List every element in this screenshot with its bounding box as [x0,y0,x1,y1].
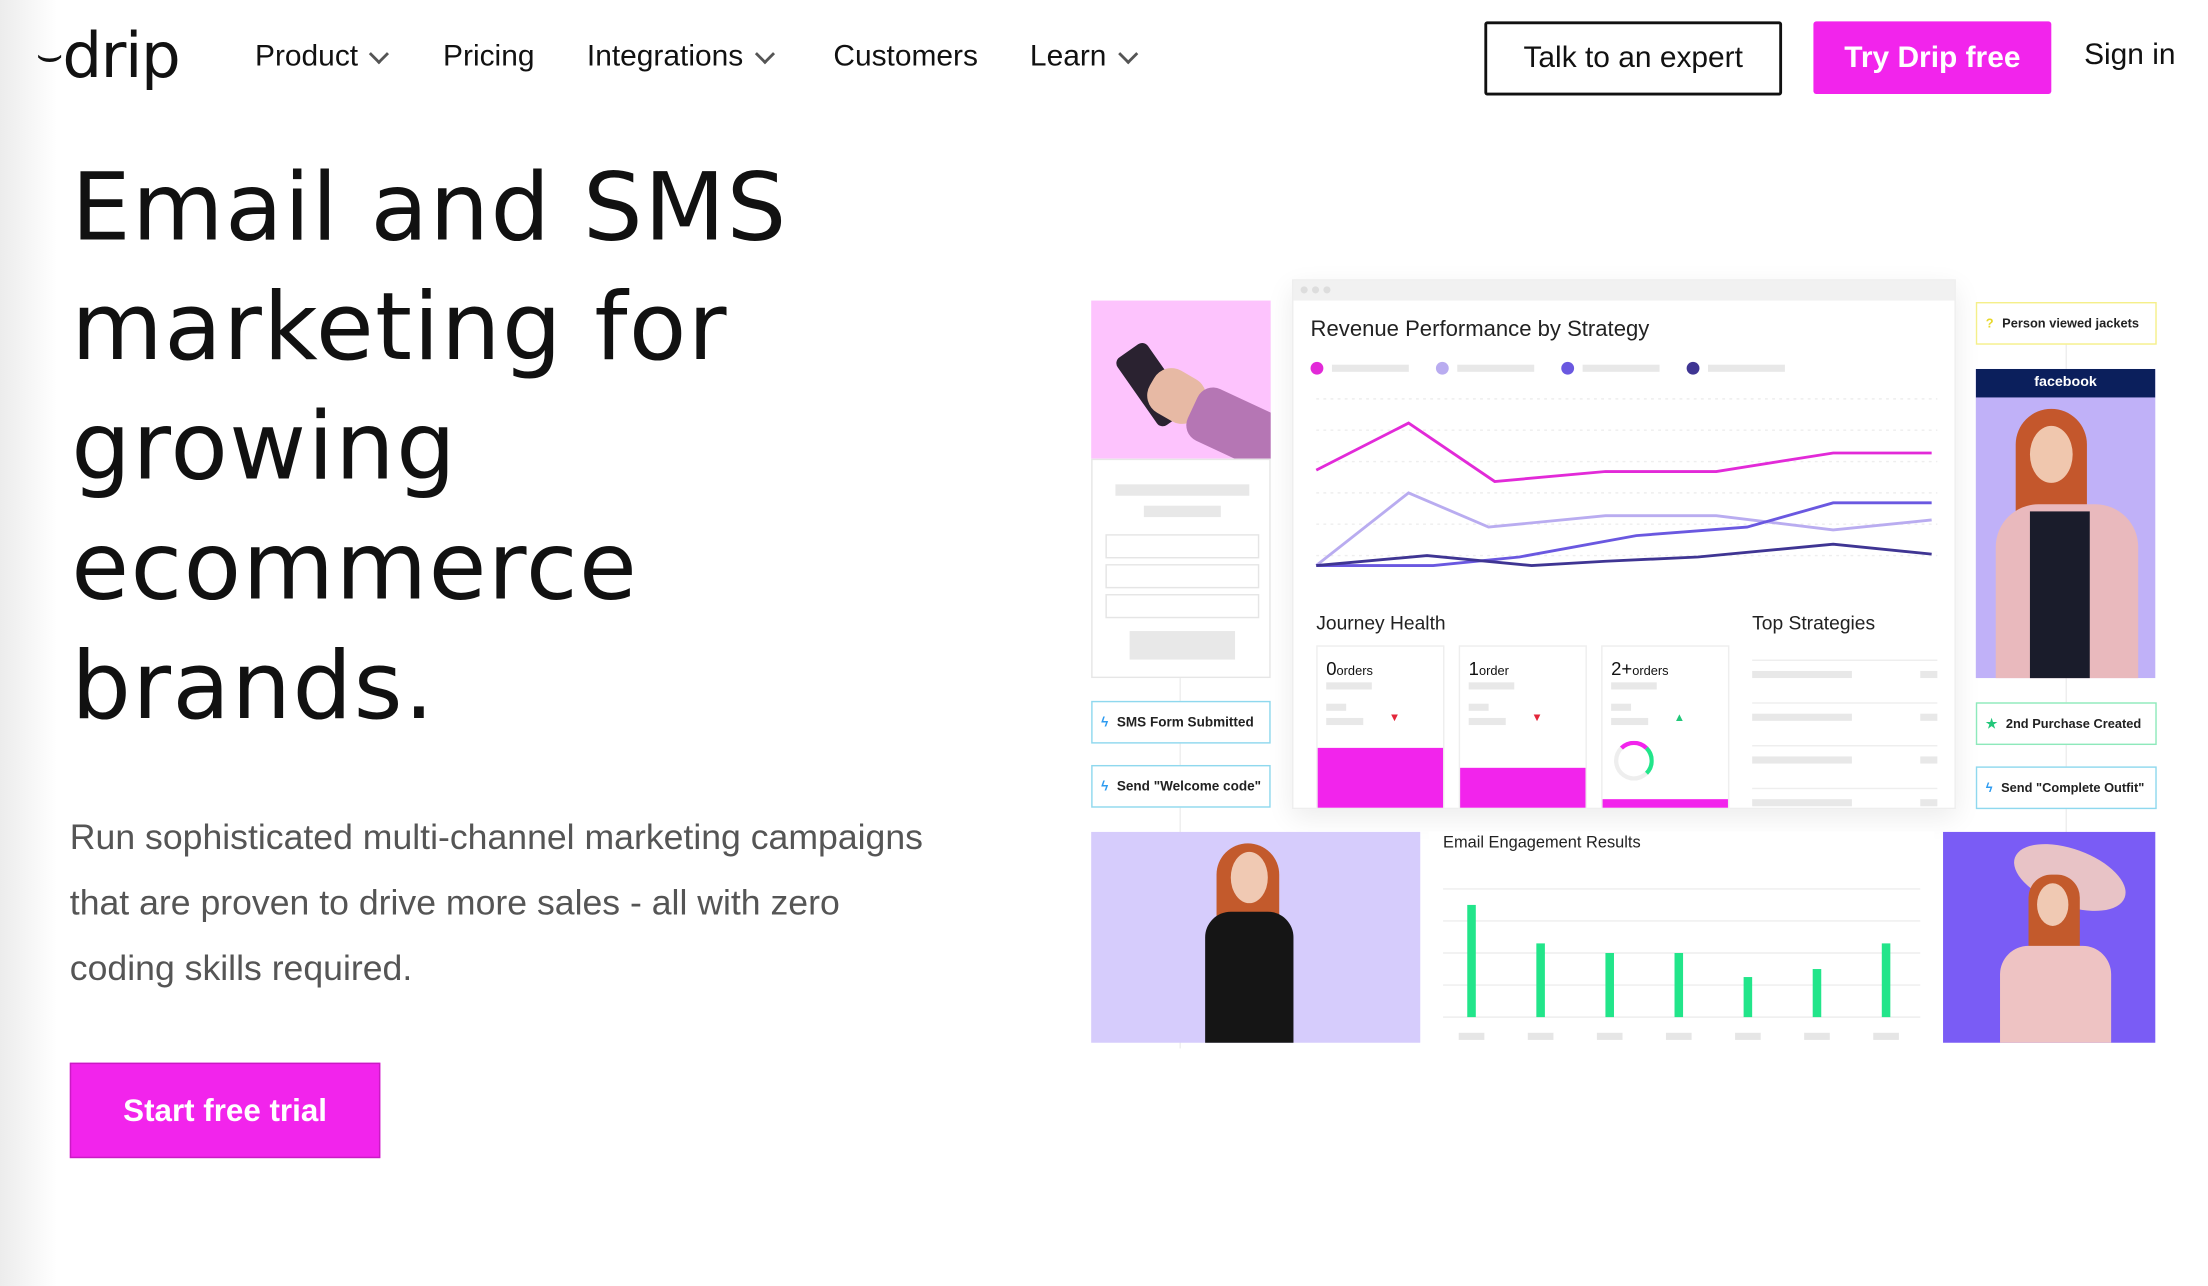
journey-card: 0orders ▼ [1316,645,1445,810]
send-complete-outfit-pill: ϟ Send "Complete Outfit" [1975,766,2157,810]
bolt-icon: ϟ [1985,780,1993,795]
bolt-icon: ϟ [1101,714,1109,731]
journey-card: 1order ▼ [1458,645,1587,810]
logo-text: drip [62,19,181,93]
legend-dot [1561,361,1575,375]
bar [1467,904,1476,1018]
facebook-ad-image: facebook [1975,368,2156,679]
star-icon: ★ [1985,715,1998,731]
nav-label: Customers [833,39,978,73]
try-drip-free-button[interactable]: Try Drip free [1813,21,2052,95]
nav-label: Product [254,39,359,73]
donut-progress-icon [1613,740,1654,781]
journey-fill-bar [1317,748,1444,808]
x-tick-label-placeholder [1596,1032,1623,1040]
revenue-line-chart [1315,398,1938,567]
journey-fill-bar [1460,767,1586,808]
email-engagement-card: Email Engagement Results [1428,831,1935,1043]
left-edge-shade [0,0,57,1286]
send-welcome-code-pill: ϟ Send "Welcome code" [1091,764,1271,808]
talk-to-expert-button[interactable]: Talk to an expert [1484,21,1783,96]
nav-integrations[interactable]: Integrations [586,38,775,75]
x-tick-label-placeholder [1665,1032,1692,1040]
triangle-down-icon: ▼ [1531,710,1543,724]
sms-form-submitted-pill: ϟ SMS Form Submitted [1091,700,1271,744]
bar [1536,943,1545,1018]
nav-pricing[interactable]: Pricing [443,38,534,75]
2nd-purchase-created-pill: ★ 2nd Purchase Created [1975,702,2157,746]
nav-learn[interactable]: Learn [1029,38,1138,75]
legend-dot [1686,361,1700,375]
woman-portrait-image [1091,831,1421,1043]
x-tick-label-placeholder [1804,1032,1830,1040]
nav-customers[interactable]: Customers [833,38,978,75]
signup-form-card [1091,458,1271,679]
headline-line: brands. [71,631,436,741]
triangle-up-icon: ▲ [1673,710,1686,724]
legend-label-placeholder [1707,364,1785,372]
chart-legend [1310,359,1938,376]
pill-label: Send "Welcome code" [1116,778,1262,795]
x-tick-label-placeholder [1873,1032,1899,1040]
hero-headline: Email and SMS marketing for growing ecom… [71,148,1068,746]
smile-icon: ⌣ [35,29,64,80]
x-tick-label-placeholder [1735,1032,1761,1040]
journey-count: 2+orders [1611,658,1669,680]
legend-label-placeholder [1457,364,1535,372]
page: ⌣drip Product Pricing Integrations Custo… [0,0,2208,1286]
legend-label-placeholder [1582,364,1660,372]
phone-hand-image [1091,300,1271,459]
headline-line: growing [71,391,458,502]
bar [1605,953,1614,1018]
hero-subtext: Run sophisticated multi-channel marketin… [69,817,923,989]
woman-hat-image [1943,831,2156,1043]
window-titlebar [1293,280,1955,301]
email-engagement-title: Email Engagement Results [1443,834,1641,852]
person-viewed-jackets-pill: ? Person viewed jackets [1975,301,2157,345]
pill-label: SMS Form Submitted [1116,714,1254,731]
bar [1743,977,1753,1018]
dashboard-window: Revenue Performance by Strategy Journey … [1292,279,1956,810]
triangle-down-icon: ▼ [1388,710,1401,724]
pill-label: Person viewed jackets [2002,316,2140,331]
journey-card: 2+orders ▲ [1601,645,1730,810]
chevron-down-icon [754,43,775,64]
legend-label-placeholder [1331,364,1409,372]
nav-product[interactable]: Product [254,38,390,75]
top-strategies-title: Top Strategies [1752,612,1876,634]
pill-label: Send "Complete Outfit" [2001,780,2145,795]
nav-label: Integrations [586,39,744,73]
x-tick-label-placeholder [1458,1032,1485,1040]
journey-fill-bar [1602,799,1728,808]
headline-line: ecommerce [71,511,639,622]
bolt-icon: ϟ [1101,778,1109,795]
facebook-label: facebook [1975,368,2156,398]
bar [1812,969,1822,1018]
journey-count: 0orders [1326,658,1373,680]
bar [1881,943,1891,1018]
bar [1674,953,1684,1018]
email-engagement-bar-chart [1443,888,1921,1040]
chevron-down-icon [1117,43,1138,64]
start-free-trial-button[interactable]: Start free trial [69,1062,381,1159]
nav-label: Pricing [443,39,535,73]
pill-label: 2nd Purchase Created [2005,716,2142,731]
headline-line: Email and SMS [71,152,788,263]
legend-dot [1435,361,1449,375]
nav-label: Learn [1029,39,1107,73]
journey-health-title: Journey Health [1316,612,1446,634]
journey-count: 1order [1468,658,1509,680]
drip-logo[interactable]: ⌣drip [35,19,181,93]
headline-line: marketing for [71,272,728,382]
question-icon: ? [1985,316,1994,331]
legend-dot [1310,361,1324,375]
sign-in-link[interactable]: Sign in [2084,38,2175,72]
x-tick-label-placeholder [1527,1032,1554,1040]
revenue-chart-title: Revenue Performance by Strategy [1310,317,1650,342]
chevron-down-icon [369,43,390,64]
series-line-0 [1315,421,1932,483]
